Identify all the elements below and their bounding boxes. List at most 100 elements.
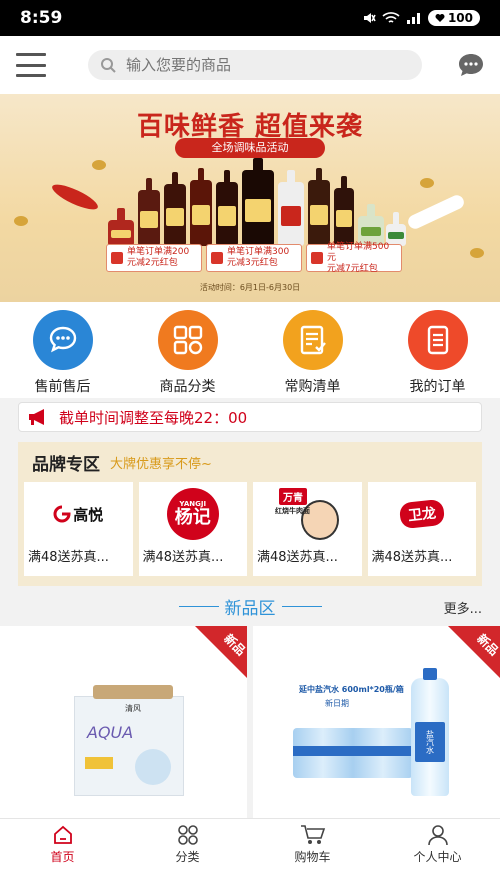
brand-card[interactable]: YANGJI 杨记 满48送苏真... <box>138 482 248 576</box>
mute-icon <box>363 13 376 23</box>
coin-decoration <box>420 178 434 188</box>
bottle-image: 盐汽水 <box>411 668 449 796</box>
brand-logo-text: 万青 <box>279 488 307 505</box>
tab-label: 首页 <box>50 850 75 864</box>
brand-logo-yangji: YANGJI 杨记 <box>139 482 248 546</box>
coupon[interactable]: 单笔订单满500元 元减7元红包 <box>306 241 402 274</box>
brand-header: 品牌专区 大牌优惠享不停~ <box>18 442 482 482</box>
chat-bubble-icon <box>32 310 93 370</box>
banner-subtitle: 全场调味品活动 <box>175 138 325 158</box>
brand-logo-sub: 红烧牛肉面 <box>275 507 310 515</box>
bottle-image <box>164 172 186 246</box>
brand-card[interactable]: 高悦 满48送苏真... <box>24 482 133 576</box>
badge-text: 新品 <box>474 631 500 659</box>
more-link[interactable]: 更多... <box>444 598 482 617</box>
product-banner-sub: 新日期 <box>325 699 349 708</box>
brand-subtitle: 大牌优惠享不停~ <box>110 456 212 472</box>
brand-promo: 满48送苏真... <box>28 550 109 565</box>
wifi-icon <box>382 12 400 23</box>
cart-icon <box>300 825 325 844</box>
tab-label: 购物车 <box>294 850 331 864</box>
notice-bar[interactable]: 截单时间调整至每晚22：00 <box>18 402 482 432</box>
quicknav-category[interactable]: 商品分类 <box>125 302 250 398</box>
status-bar: 8:59 100 <box>0 0 500 36</box>
bottle-image <box>138 178 160 246</box>
quicknav-label: 常购清单 <box>284 379 341 395</box>
menu-icon[interactable] <box>14 50 48 80</box>
divider <box>281 606 322 607</box>
home-icon <box>53 825 72 844</box>
category-grid-icon <box>157 310 218 370</box>
coupon-line2: 元减3元红包 <box>227 258 278 268</box>
brand-card[interactable]: 卫龙 满48送苏真... <box>367 482 476 576</box>
quicknav-frequent-list[interactable]: 常购清单 <box>250 302 375 398</box>
product-card[interactable]: 新品 延中盐汽水 600ml*20瓶/箱 新日期 盐汽水 <box>253 626 500 818</box>
bottle-pack-image <box>293 722 413 782</box>
product-card[interactable]: 新品 AQUA 清风 <box>0 626 247 818</box>
quicknav-label: 商品分类 <box>159 379 216 395</box>
new-products-header: 新品区 更多... <box>0 590 500 622</box>
brand-logo-text: 高悦 <box>73 505 104 524</box>
home-indicator-area <box>0 870 500 888</box>
coin-decoration <box>14 216 28 226</box>
brand-logo-wanqing: 万青 红烧牛肉面 <box>253 482 362 546</box>
brand-promo: 满48送苏真... <box>257 550 338 565</box>
category-icon <box>177 825 198 845</box>
bottle-label: 盐汽水 <box>415 722 445 762</box>
coupon-line2: 元减7元红包 <box>327 263 378 274</box>
coupon-line2: 元减2元红包 <box>127 258 178 268</box>
bottom-tab-bar: 首页 分类 购物车 个人中心 <box>0 818 500 870</box>
chili-decoration <box>49 180 101 214</box>
bottle-image <box>308 168 330 246</box>
tab-profile[interactable]: 个人中心 <box>375 819 500 870</box>
coupon[interactable]: 单笔订单满200 元减2元红包 <box>106 244 202 272</box>
heart-icon <box>435 13 445 22</box>
tab-cart[interactable]: 购物车 <box>250 819 375 870</box>
quicknav-presale-aftersale[interactable]: 售前售后 <box>0 302 125 398</box>
order-doc-icon <box>407 310 468 370</box>
bottle-image <box>334 176 354 246</box>
coin-decoration <box>92 160 106 170</box>
banner-date: 活动时间：6月1日-6月30日 <box>199 283 301 292</box>
coupon-line1: 单笔订单满500元 <box>327 241 390 263</box>
bottle-image <box>242 158 274 246</box>
spoon-decoration <box>405 192 467 232</box>
quicknav-label: 我的订单 <box>409 379 466 395</box>
coupon-line1: 单笔订单满300 <box>227 247 290 257</box>
brand-logo-text: 杨记 <box>174 507 211 528</box>
coupon-line1: 单笔订单满200 <box>127 247 190 257</box>
new-title-wrap: 新品区 <box>160 594 340 619</box>
tissue-pack-image: AQUA 清风 <box>74 685 184 796</box>
brand-card[interactable]: 万青 红烧牛肉面 满48送苏真... <box>253 482 362 576</box>
brand-logo-text: 卫龙 <box>398 498 445 530</box>
coin-decoration <box>470 248 484 258</box>
coupon[interactable]: 单笔订单满300 元减3元红包 <box>206 244 302 272</box>
search-input[interactable] <box>126 56 386 74</box>
checklist-icon <box>282 310 343 370</box>
brand-cards: 高悦 满48送苏真... YANGJI 杨记 满48送苏真... 万青 红烧牛肉… <box>18 482 482 576</box>
tab-home[interactable]: 首页 <box>0 819 125 870</box>
battery-level: 100 <box>447 11 473 25</box>
quicknav-my-orders[interactable]: 我的订单 <box>375 302 500 398</box>
tab-label: 分类 <box>175 850 200 864</box>
divider <box>178 606 219 607</box>
signal-icon <box>406 13 420 24</box>
search-icon <box>101 58 116 73</box>
brand-title: 品牌专区 <box>32 454 100 475</box>
tab-category[interactable]: 分类 <box>125 819 250 870</box>
brand-promo: 满48送苏真... <box>371 550 453 565</box>
tab-label: 个人中心 <box>413 850 462 864</box>
search-bar[interactable] <box>88 50 422 80</box>
brand-zone: 品牌专区 大牌优惠享不停~ 高悦 满48送苏真... YANGJI 杨记 满48… <box>18 442 482 586</box>
badge-text: 新品 <box>221 631 247 659</box>
brand-promo: 满48送苏真... <box>142 550 224 565</box>
product-sub-text: 清风 <box>125 704 141 713</box>
megaphone-icon <box>29 409 44 425</box>
status-time: 8:59 <box>20 8 63 28</box>
product-banner-text: 延中盐汽水 600ml*20瓶/箱 <box>299 685 404 694</box>
coupon-icon <box>311 252 323 264</box>
new-badge: 新品 <box>193 626 247 680</box>
promo-banner[interactable]: 百味鲜香 超值来袭 全场调味品活动 单笔订单满200 元减2元红包 单笔订单满3… <box>0 94 500 302</box>
message-icon[interactable] <box>456 50 486 80</box>
status-icons: 100 <box>362 10 480 26</box>
